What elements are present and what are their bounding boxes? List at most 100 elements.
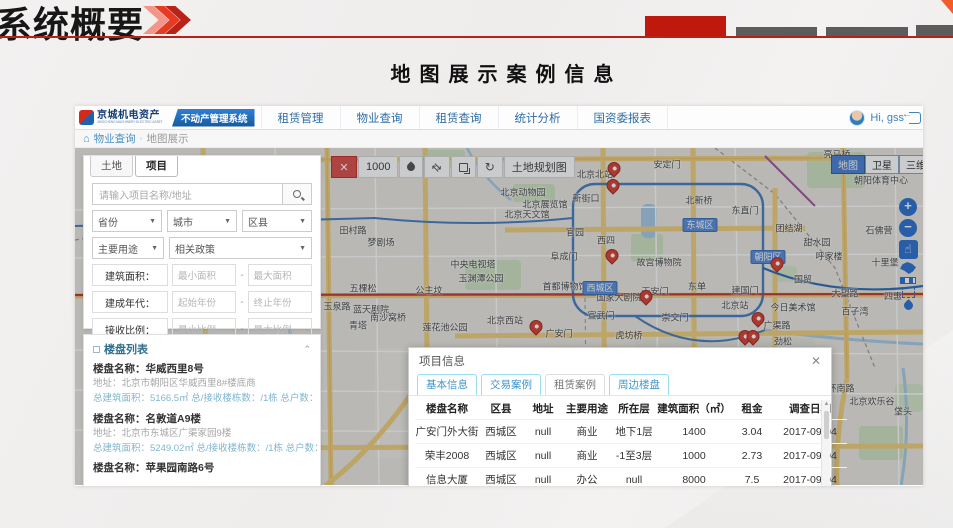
- map-mode-卫星[interactable]: 卫星: [865, 155, 899, 174]
- region-select-row: 省份▼城市▼区县▼: [92, 210, 312, 232]
- building-list-item[interactable]: 楼盘名称：华威西里8号地址：北京市朝阳区华威西里8#楼底商总建筑面积：5166.…: [93, 361, 311, 407]
- table-cell: 2.73: [731, 444, 773, 468]
- table-row[interactable]: 荣丰2008西城区null商业-1至3层10002.732017-09-04: [415, 444, 847, 468]
- breadcrumb-page: 地图展示: [147, 131, 189, 146]
- table-row[interactable]: 信息大厦西城区null办公null80007.52017-09-04: [415, 468, 847, 487]
- popup-tab-周边楼盘[interactable]: 周边楼盘: [609, 374, 669, 395]
- breadcrumb: ⌂ 物业查询 ◦ 地图展示: [75, 130, 923, 148]
- map-place-label: 首都博物馆: [542, 280, 587, 293]
- map-mode-三维[interactable]: 三维: [899, 155, 923, 174]
- slide: 系统概要 地图展示案例信息 京城机电资产 JINGCHENG MACHINERY…: [0, 0, 953, 528]
- table-cell: null: [611, 468, 657, 487]
- map-place-label: 阜成门: [550, 250, 577, 263]
- nav-item-国资委报表[interactable]: 国资委报表: [577, 106, 669, 129]
- map-place-label: 西四: [597, 234, 615, 247]
- scroll-up-arrow[interactable]: ▲: [822, 400, 831, 409]
- header-red-block: [645, 16, 726, 36]
- building-name: 楼盘名称：苹果园南路6号: [93, 460, 311, 476]
- nav-item-租赁管理[interactable]: 租赁管理: [261, 106, 340, 129]
- tab-项目[interactable]: 项目: [135, 156, 178, 177]
- max-input[interactable]: 终止年份: [248, 291, 312, 313]
- popup-tabs: 基本信息交易案例租赁案例周边楼盘: [409, 372, 831, 396]
- building-list-item[interactable]: 楼盘名称：名敦道A9楼地址：北京市东城区广渠家园9楼总建筑面积：5249.02㎡…: [93, 411, 311, 457]
- range-label: 建成年代：: [92, 291, 168, 313]
- map-controls: + − ☝: [898, 198, 918, 310]
- nav-item-租赁查询[interactable]: 租赁查询: [419, 106, 498, 129]
- nav-item-统计分析[interactable]: 统计分析: [498, 106, 577, 129]
- select-label: 区县: [248, 214, 268, 229]
- table-cell: 1000: [657, 444, 731, 468]
- close-icon[interactable]: ✕: [811, 354, 821, 368]
- china-overview-button[interactable]: [900, 262, 916, 274]
- collapse-chevron-icon[interactable]: ⌃: [303, 344, 311, 355]
- map-place-label: 莲花池公园: [422, 321, 467, 334]
- min-input[interactable]: 最小面积: [172, 264, 236, 286]
- map-place-label: 朝阳体育中心: [854, 174, 908, 187]
- brand-name: 京城机电资产: [97, 111, 170, 121]
- table-cell: 西城区: [479, 468, 523, 487]
- popup-tab-基本信息[interactable]: 基本信息: [417, 374, 477, 395]
- crop-icon: [459, 163, 468, 172]
- system-name-ribbon: 不动产管理系统: [172, 109, 255, 127]
- project-search-input[interactable]: 请输入项目名称/地址: [92, 183, 282, 205]
- popup-tab-租赁案例[interactable]: 租赁案例: [545, 374, 605, 395]
- map-area-select-button[interactable]: [451, 156, 476, 178]
- map-close-button[interactable]: ✕: [331, 156, 357, 178]
- home-icon[interactable]: ⌂: [83, 133, 90, 145]
- table-header-cell: 主要用途: [563, 398, 611, 420]
- map-measure-tool-button[interactable]: ⇄: [424, 156, 449, 178]
- select-省份[interactable]: 省份▼: [92, 210, 162, 232]
- policy-select[interactable]: 相关政策▼: [169, 237, 312, 259]
- range-filter-rows: 建筑面积：最小面积-最大面积建成年代：起始年份-终止年份接收比例：最小比例-最大…: [92, 264, 312, 340]
- table-cell: 荣丰2008: [415, 444, 479, 468]
- map-mode-地图[interactable]: 地图: [831, 155, 865, 174]
- map-zoom-value[interactable]: 1000: [358, 156, 398, 178]
- table-header-cell: 区县: [479, 398, 523, 420]
- nav-item-物业查询[interactable]: 物业查询: [340, 106, 419, 129]
- table-cell: 商业: [563, 420, 611, 444]
- select-城市[interactable]: 城市▼: [167, 210, 237, 232]
- main-use-select[interactable]: 主要用途▼: [92, 237, 164, 259]
- pan-tool-button[interactable]: ☝: [899, 240, 918, 259]
- building-name: 楼盘名称：华威西里8号: [93, 361, 311, 377]
- zoom-in-button[interactable]: +: [899, 198, 917, 216]
- map-refresh-button[interactable]: ↻: [477, 156, 503, 178]
- chevron-arrows-icon: [143, 6, 203, 34]
- map-place-label: 宣武门: [587, 309, 614, 322]
- table-cell: null: [523, 444, 563, 468]
- select-区县[interactable]: 区县▼: [242, 210, 312, 232]
- table-row[interactable]: 广安门外大街西城区null商业地下1层14003.042017-09-04: [415, 420, 847, 444]
- distance-tool-button[interactable]: [902, 299, 915, 312]
- scrollbar-thumb[interactable]: [824, 411, 829, 439]
- max-input[interactable]: 最大面积: [248, 264, 312, 286]
- pin-tool-icon: [406, 161, 417, 172]
- popup-tab-交易案例[interactable]: 交易案例: [481, 374, 541, 395]
- zoom-out-button[interactable]: −: [899, 219, 917, 237]
- map-place-label: 北京西站: [487, 314, 523, 327]
- rect-zoom-button[interactable]: [902, 287, 915, 298]
- building-list-header: 楼盘列表 ⌃: [93, 341, 311, 357]
- building-list-title: 楼盘列表: [104, 341, 148, 357]
- map-place-label: 十里堡: [871, 256, 898, 269]
- min-input[interactable]: 起始年份: [172, 291, 236, 313]
- avatar[interactable]: [849, 110, 865, 126]
- table-header-cell: 调查日期: [773, 398, 847, 420]
- building-list-item[interactable]: 楼盘名称：苹果园南路6号: [93, 460, 311, 476]
- table-header-cell: 地址: [523, 398, 563, 420]
- breadcrumb-section[interactable]: 物业查询: [94, 131, 136, 146]
- range-row: 建成年代：起始年份-终止年份: [92, 291, 312, 313]
- slide-title: 地图展示案例信息: [0, 58, 953, 87]
- land-plan-button[interactable]: 土地规划图: [504, 156, 575, 178]
- logout-icon[interactable]: [909, 112, 921, 124]
- tab-土地[interactable]: 土地: [90, 156, 133, 177]
- building-address: 地址：北京市东城区广渠家园9楼: [93, 427, 311, 442]
- range-dash: -: [240, 324, 243, 335]
- map-pin-tool-button[interactable]: [399, 156, 423, 178]
- search-button[interactable]: [282, 183, 312, 205]
- building-address: 地址：北京市朝阳区华威西里8#楼底商: [93, 377, 311, 392]
- map-place-label: 安定门: [653, 158, 680, 171]
- table-scrollbar[interactable]: ▲: [821, 400, 830, 486]
- map-place-label: 虎坊桥: [615, 329, 642, 342]
- table-cell: null: [523, 468, 563, 487]
- map-place-label: 玉泉路: [323, 300, 350, 313]
